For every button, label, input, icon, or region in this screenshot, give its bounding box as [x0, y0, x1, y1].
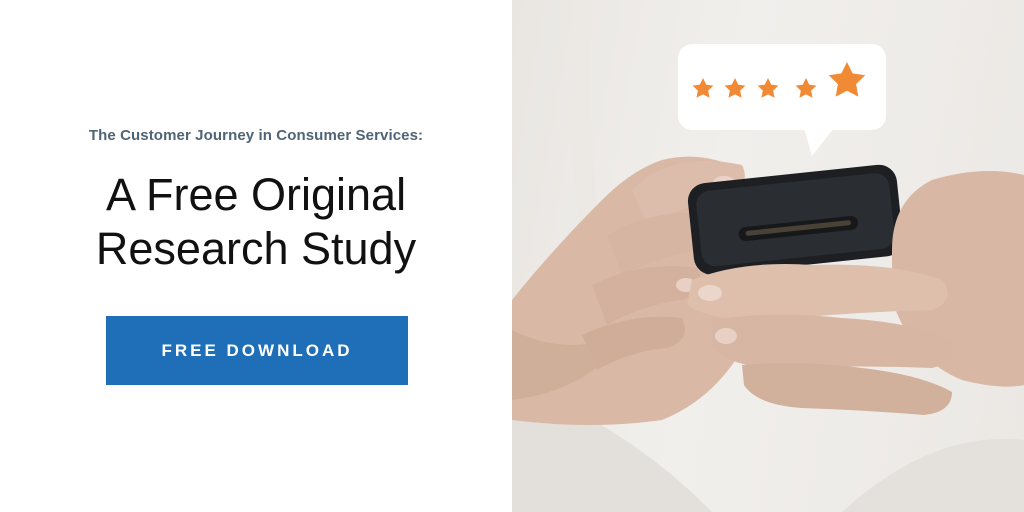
- promo-text-panel: The Customer Journey in Consumer Service…: [0, 0, 512, 512]
- hero-photo: [512, 0, 1024, 512]
- headline: A Free Original Research Study: [0, 168, 512, 276]
- rating-bubble: [678, 44, 886, 156]
- hands-holding-phone-icon: [512, 0, 1024, 512]
- free-download-button[interactable]: FREE DOWNLOAD: [106, 316, 408, 385]
- promo-banner: The Customer Journey in Consumer Service…: [0, 0, 1024, 512]
- headline-line-2: Research Study: [95, 223, 417, 274]
- headline-line-1: A Free Original: [105, 169, 407, 220]
- eyebrow-text: The Customer Journey in Consumer Service…: [88, 127, 424, 144]
